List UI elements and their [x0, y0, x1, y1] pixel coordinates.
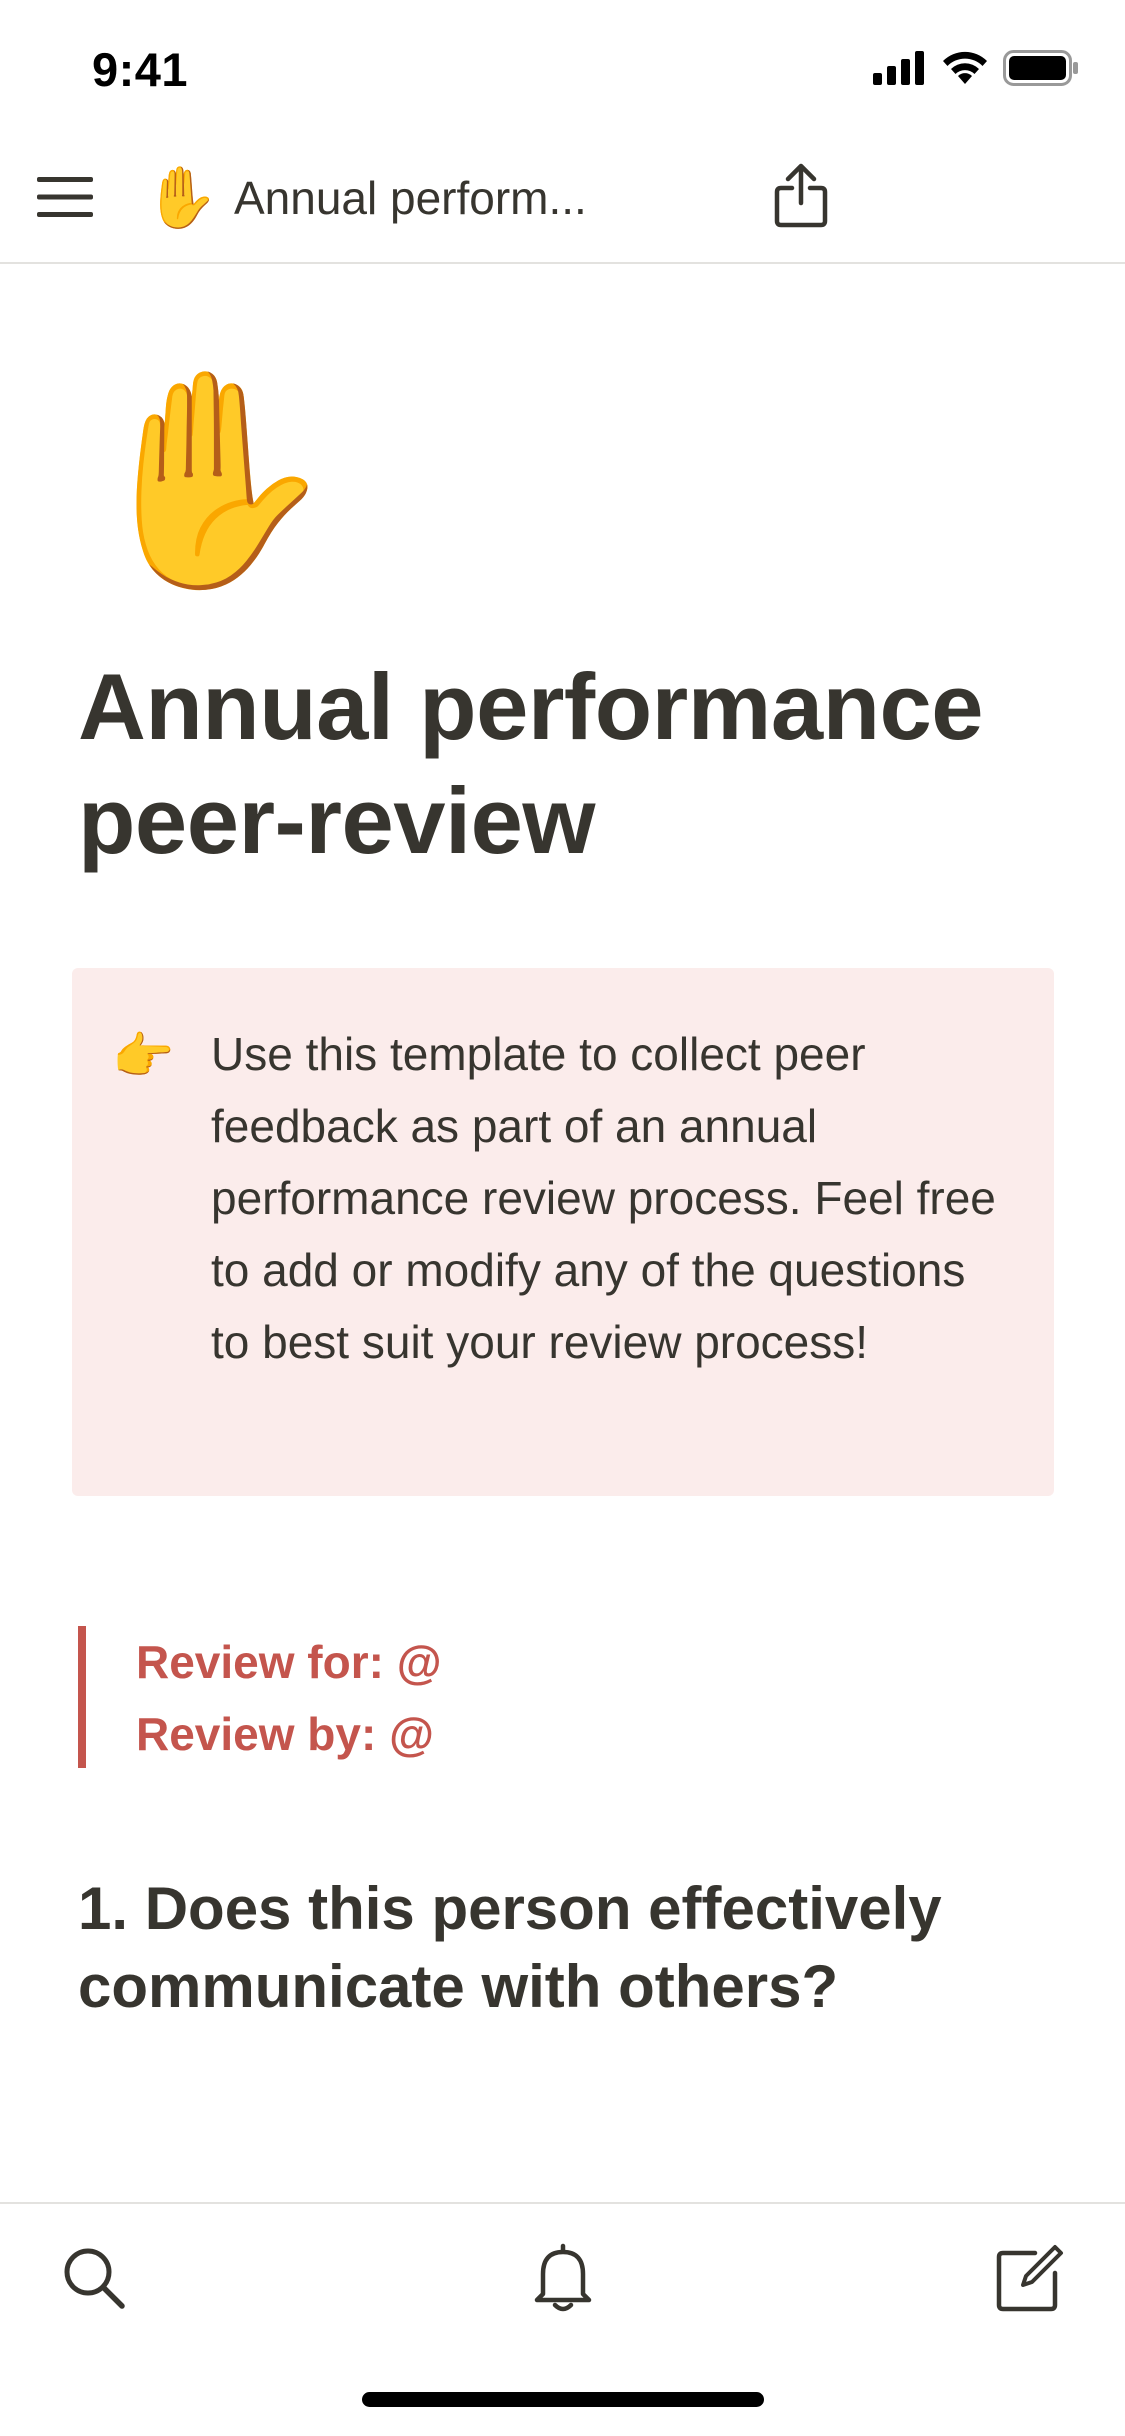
share-button[interactable] — [766, 160, 836, 236]
top-navigation-bar: ✋ Annual perform... — [0, 132, 1125, 264]
callout-text[interactable]: Use this template to collect peer feedba… — [211, 1018, 1011, 1378]
page-emoji-small[interactable]: ✋ — [144, 162, 219, 234]
bell-icon — [531, 2242, 595, 2319]
notifications-button[interactable] — [523, 2240, 603, 2320]
wifi-icon — [941, 50, 989, 91]
share-icon — [773, 163, 829, 234]
menu-button[interactable] — [36, 170, 94, 228]
home-indicator[interactable] — [362, 2392, 764, 2407]
callout-block[interactable]: 👉 Use this template to collect peer feed… — [72, 968, 1054, 1496]
quote-block[interactable]: Review for: @ Review by: @ — [78, 1626, 978, 1768]
pointing-hand-icon[interactable]: 👉 — [112, 1026, 174, 1086]
review-for-line[interactable]: Review for: @ — [136, 1626, 978, 1698]
hamburger-menu-icon — [37, 173, 93, 226]
question-heading[interactable]: 1. Does this person effectively communic… — [78, 1870, 1058, 2026]
status-time: 9:41 — [92, 43, 189, 96]
search-button[interactable] — [54, 2240, 134, 2320]
status-bar: 9:41 — [0, 0, 1125, 132]
search-icon — [61, 2245, 127, 2316]
compose-icon — [995, 2243, 1065, 2318]
new-page-button[interactable] — [990, 2240, 1070, 2320]
status-icons — [873, 49, 1079, 91]
battery-icon — [1003, 49, 1079, 91]
review-by-line[interactable]: Review by: @ — [136, 1698, 978, 1770]
page-title[interactable]: Annual performance peer-review — [78, 650, 1058, 878]
page-title-breadcrumb[interactable]: Annual perform... — [234, 170, 654, 226]
page-icon[interactable]: ✋ — [80, 355, 341, 605]
cellular-signal-icon — [873, 50, 927, 90]
